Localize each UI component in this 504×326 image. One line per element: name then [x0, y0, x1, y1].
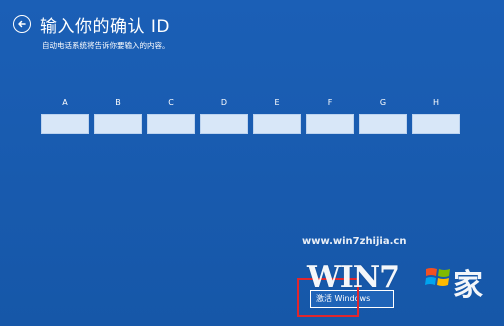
windows-flag-icon — [425, 268, 450, 286]
id-field-h[interactable] — [412, 114, 460, 134]
back-arrow-icon — [18, 20, 26, 28]
id-field-g[interactable] — [359, 114, 407, 134]
id-field-c[interactable] — [147, 114, 195, 134]
id-group-label-d: D — [220, 98, 228, 107]
id-field-f[interactable] — [306, 114, 354, 134]
id-group-label-g: G — [379, 98, 387, 107]
activation-page: 输入你的确认 ID 自动电话系统将告诉你要输入的内容。 A B C D E F … — [0, 0, 504, 326]
watermark-url: www.win7zhijia.cn — [302, 236, 407, 247]
id-group-label-f: F — [327, 98, 333, 107]
id-group-label-c: C — [168, 98, 174, 107]
site-logo: WIN7 家 — [307, 258, 492, 320]
id-group-label-e: E — [274, 98, 280, 107]
back-button[interactable] — [13, 15, 31, 33]
id-field-e[interactable] — [253, 114, 301, 134]
id-field-a[interactable] — [41, 114, 89, 134]
id-group-label-b: B — [115, 98, 121, 107]
page-subtitle: 自动电话系统将告诉你要输入的内容。 — [42, 41, 170, 50]
id-field-d[interactable] — [200, 114, 248, 134]
logo-suffix: 家 — [453, 268, 483, 303]
id-group-label-h: H — [432, 98, 439, 107]
id-field-b[interactable] — [94, 114, 142, 134]
page-title: 输入你的确认 ID — [40, 17, 171, 37]
logo-text: WIN7 — [307, 260, 400, 295]
id-group-label-a: A — [62, 98, 68, 107]
